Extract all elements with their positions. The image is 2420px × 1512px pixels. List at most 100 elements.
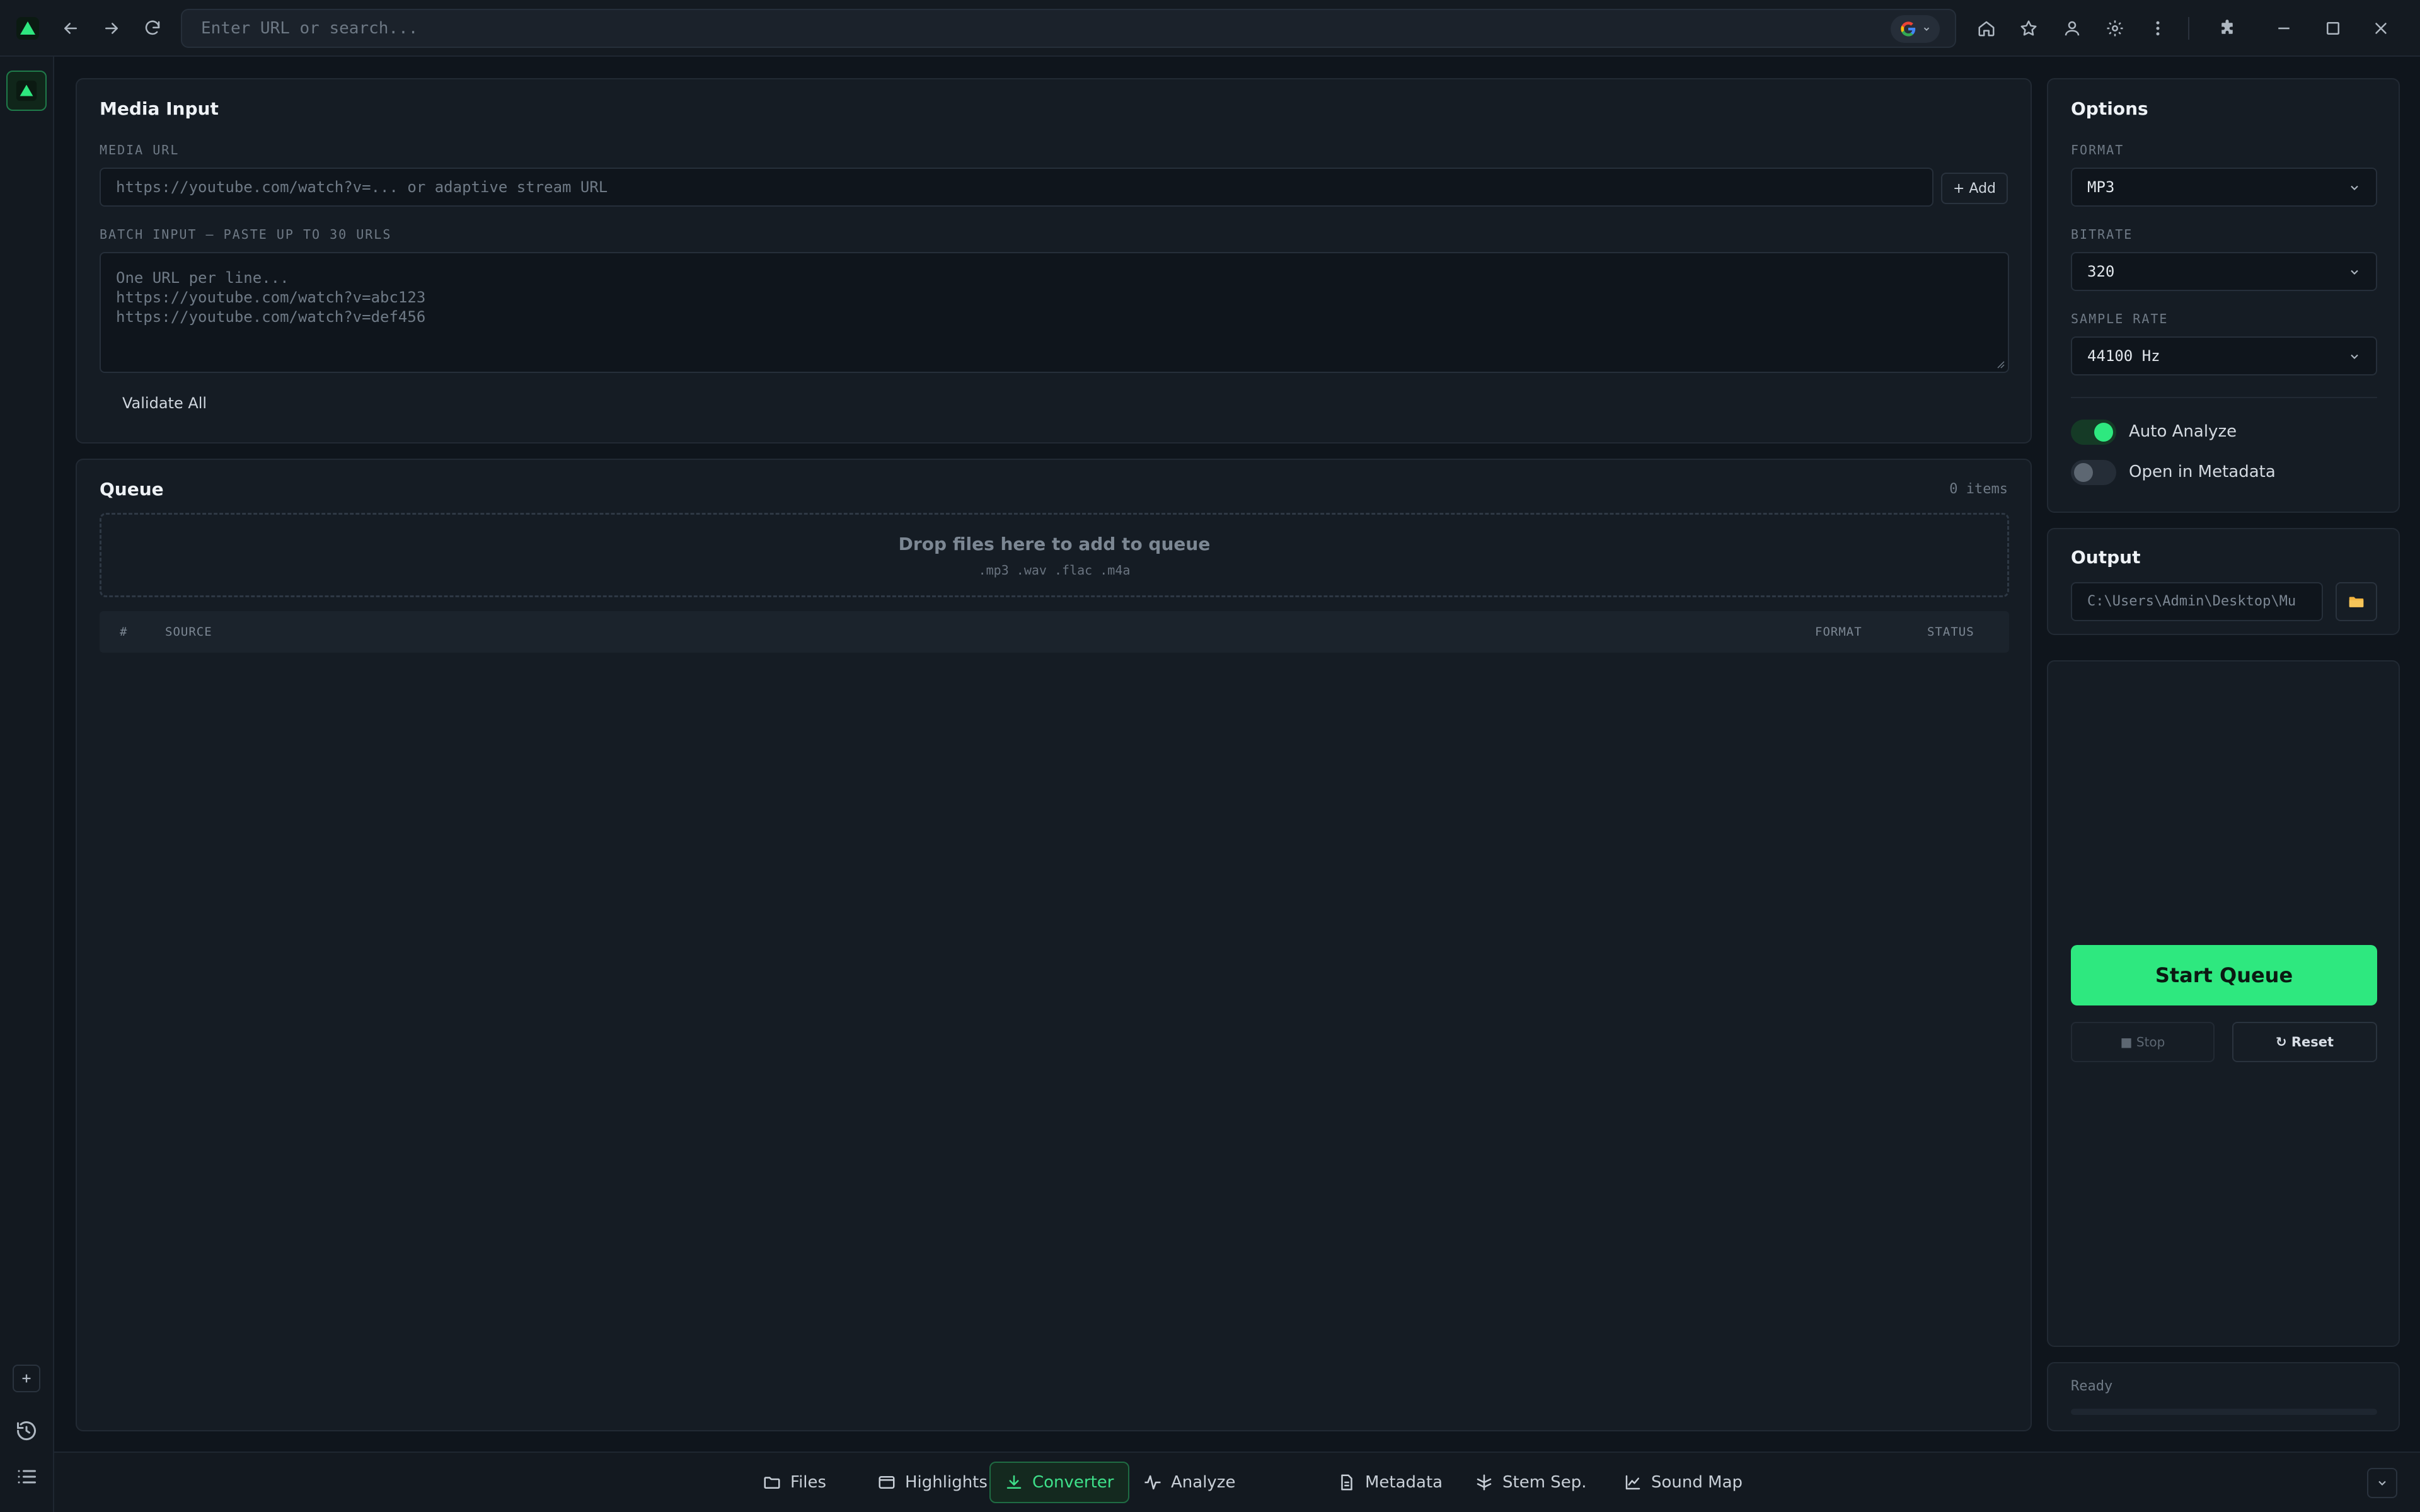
column-format: FORMAT (1815, 625, 1862, 639)
open-in-metadata-label: Open in Metadata (2129, 462, 2276, 481)
options-title: Options (2071, 98, 2148, 119)
tab-files[interactable]: Files (749, 1462, 840, 1503)
history-icon[interactable] (15, 1419, 38, 1442)
profile-icon[interactable] (2060, 16, 2085, 41)
bottom-nav: Files Highlights Converter Analyze Metad… (54, 1452, 2420, 1512)
tab-metadata[interactable]: Metadata (1323, 1462, 1456, 1503)
sample-rate-label: SAMPLE RATE (2071, 311, 2169, 326)
media-url-field[interactable] (100, 168, 1933, 207)
sample-rate-select[interactable]: 44100 Hz (2071, 336, 2377, 375)
resize-grip-icon[interactable] (1995, 359, 2005, 369)
batch-input-label: BATCH INPUT — PASTE UP TO 30 URLS (100, 227, 392, 242)
folder-icon (2349, 597, 2364, 607)
validate-all-button[interactable]: Validate All (122, 394, 207, 412)
collapse-nav-button[interactable] (2367, 1468, 2397, 1498)
batch-input-field[interactable] (100, 252, 2009, 373)
app-logo-icon (15, 16, 40, 41)
options-card: Options FORMAT MP3 BITRATE 320 SAMPLE RA… (2047, 78, 2400, 513)
forward-icon[interactable] (99, 16, 124, 41)
toggle-knob (2094, 423, 2113, 442)
bitrate-select-value: 320 (2087, 263, 2115, 280)
chevron-down-icon (2351, 354, 2358, 359)
auto-analyze-label: Auto Analyze (2129, 422, 2237, 441)
queue-title: Queue (100, 479, 164, 500)
browse-folder-button[interactable] (2336, 582, 2377, 621)
search-engine-button[interactable] (1891, 15, 1940, 43)
left-rail (0, 57, 54, 1512)
download-icon (1006, 1475, 1022, 1489)
auto-analyze-toggle[interactable] (2071, 420, 2116, 445)
bitrate-select[interactable]: 320 (2071, 252, 2377, 291)
format-select[interactable]: MP3 (2071, 168, 2377, 207)
tab-converter-label: Converter (1032, 1473, 1114, 1492)
url-bar[interactable] (181, 9, 1956, 48)
options-divider (2071, 397, 2377, 398)
rail-add-button[interactable] (13, 1365, 40, 1392)
media-input-title: Media Input (100, 98, 219, 119)
chart-icon (1625, 1475, 1640, 1490)
maximize-icon[interactable] (2320, 16, 2346, 41)
drop-zone-title: Drop files here to add to queue (898, 534, 1211, 554)
status-text: Ready (2071, 1378, 2113, 1394)
minimize-icon[interactable] (2271, 16, 2296, 41)
output-path-field[interactable]: C:\Users\Admin\Desktop\Mu (2071, 582, 2323, 621)
document-icon (1341, 1474, 1352, 1491)
close-icon[interactable] (2368, 16, 2394, 41)
tab-highlights-label: Highlights (905, 1473, 988, 1492)
split-icon (1477, 1474, 1492, 1491)
add-url-button[interactable]: + Add (1941, 173, 2008, 204)
settings-gear-icon[interactable] (2102, 16, 2128, 41)
queue-table-header: # SOURCE FORMAT STATUS (100, 611, 2009, 653)
chevron-down-icon (1923, 27, 1930, 31)
list-icon[interactable] (15, 1465, 38, 1488)
tab-metadata-label: Metadata (1365, 1473, 1443, 1492)
tab-converter[interactable]: Converter (989, 1462, 1129, 1503)
bookmark-star-icon[interactable] (2016, 16, 2041, 41)
toolbar-divider (2188, 17, 2189, 40)
rail-app-button[interactable] (6, 71, 47, 111)
open-in-metadata-toggle[interactable] (2071, 460, 2116, 485)
drop-zone-formats: .mp3 .wav .flac .m4a (978, 563, 1131, 578)
media-url-label: MEDIA URL (100, 142, 180, 158)
reload-icon[interactable] (140, 16, 165, 41)
drop-zone[interactable]: Drop files here to add to queue .mp3 .wa… (100, 513, 2009, 597)
queue-card: Queue 0 items Drop files here to add to … (76, 459, 2032, 1431)
stop-button[interactable]: ■ Stop (2071, 1022, 2215, 1062)
format-label: FORMAT (2071, 142, 2124, 158)
batch-input-textarea[interactable] (101, 253, 2008, 372)
extensions-puzzle-icon[interactable] (2215, 16, 2240, 41)
tab-sound-map-label: Sound Map (1651, 1473, 1743, 1492)
tab-sound-map[interactable]: Sound Map (1610, 1462, 1756, 1503)
sample-rate-select-value: 44100 Hz (2087, 347, 2160, 365)
start-queue-button[interactable]: Start Queue (2071, 945, 2377, 1005)
tab-stem-separation[interactable]: Stem Sep. (1461, 1462, 1601, 1503)
chevron-down-icon (2378, 1480, 2386, 1486)
more-menu-icon[interactable] (2145, 16, 2170, 41)
url-input[interactable] (201, 10, 1840, 47)
column-status: STATUS (1927, 625, 1974, 639)
reset-button[interactable]: ↻ Reset (2232, 1022, 2377, 1062)
chevron-down-icon (2351, 185, 2358, 190)
home-icon[interactable] (1974, 16, 1999, 41)
tab-files-label: Files (790, 1473, 827, 1492)
output-card: Output C:\Users\Admin\Desktop\Mu (2047, 528, 2400, 635)
column-source: SOURCE (165, 625, 212, 639)
tab-analyze-label: Analyze (1171, 1473, 1236, 1492)
bitrate-label: BITRATE (2071, 227, 2133, 242)
queue-count: 0 items (1949, 481, 2008, 497)
format-select-value: MP3 (2087, 178, 2115, 196)
media-url-input[interactable] (101, 169, 1932, 205)
tab-analyze[interactable]: Analyze (1129, 1462, 1249, 1503)
status-card: Ready (2047, 1362, 2400, 1431)
google-icon (1901, 21, 1916, 37)
toggle-knob (2074, 463, 2093, 482)
app-logo-icon (16, 80, 37, 101)
back-icon[interactable] (58, 16, 83, 41)
chevron-down-icon (2351, 270, 2358, 275)
waveform-icon (1144, 1475, 1161, 1490)
actions-card: Start Queue ■ Stop ↻ Reset (2047, 660, 2400, 1347)
plus-icon (22, 1374, 31, 1383)
column-index: # (120, 625, 127, 639)
tab-highlights[interactable]: Highlights (863, 1462, 1001, 1503)
folder-icon (764, 1477, 780, 1489)
